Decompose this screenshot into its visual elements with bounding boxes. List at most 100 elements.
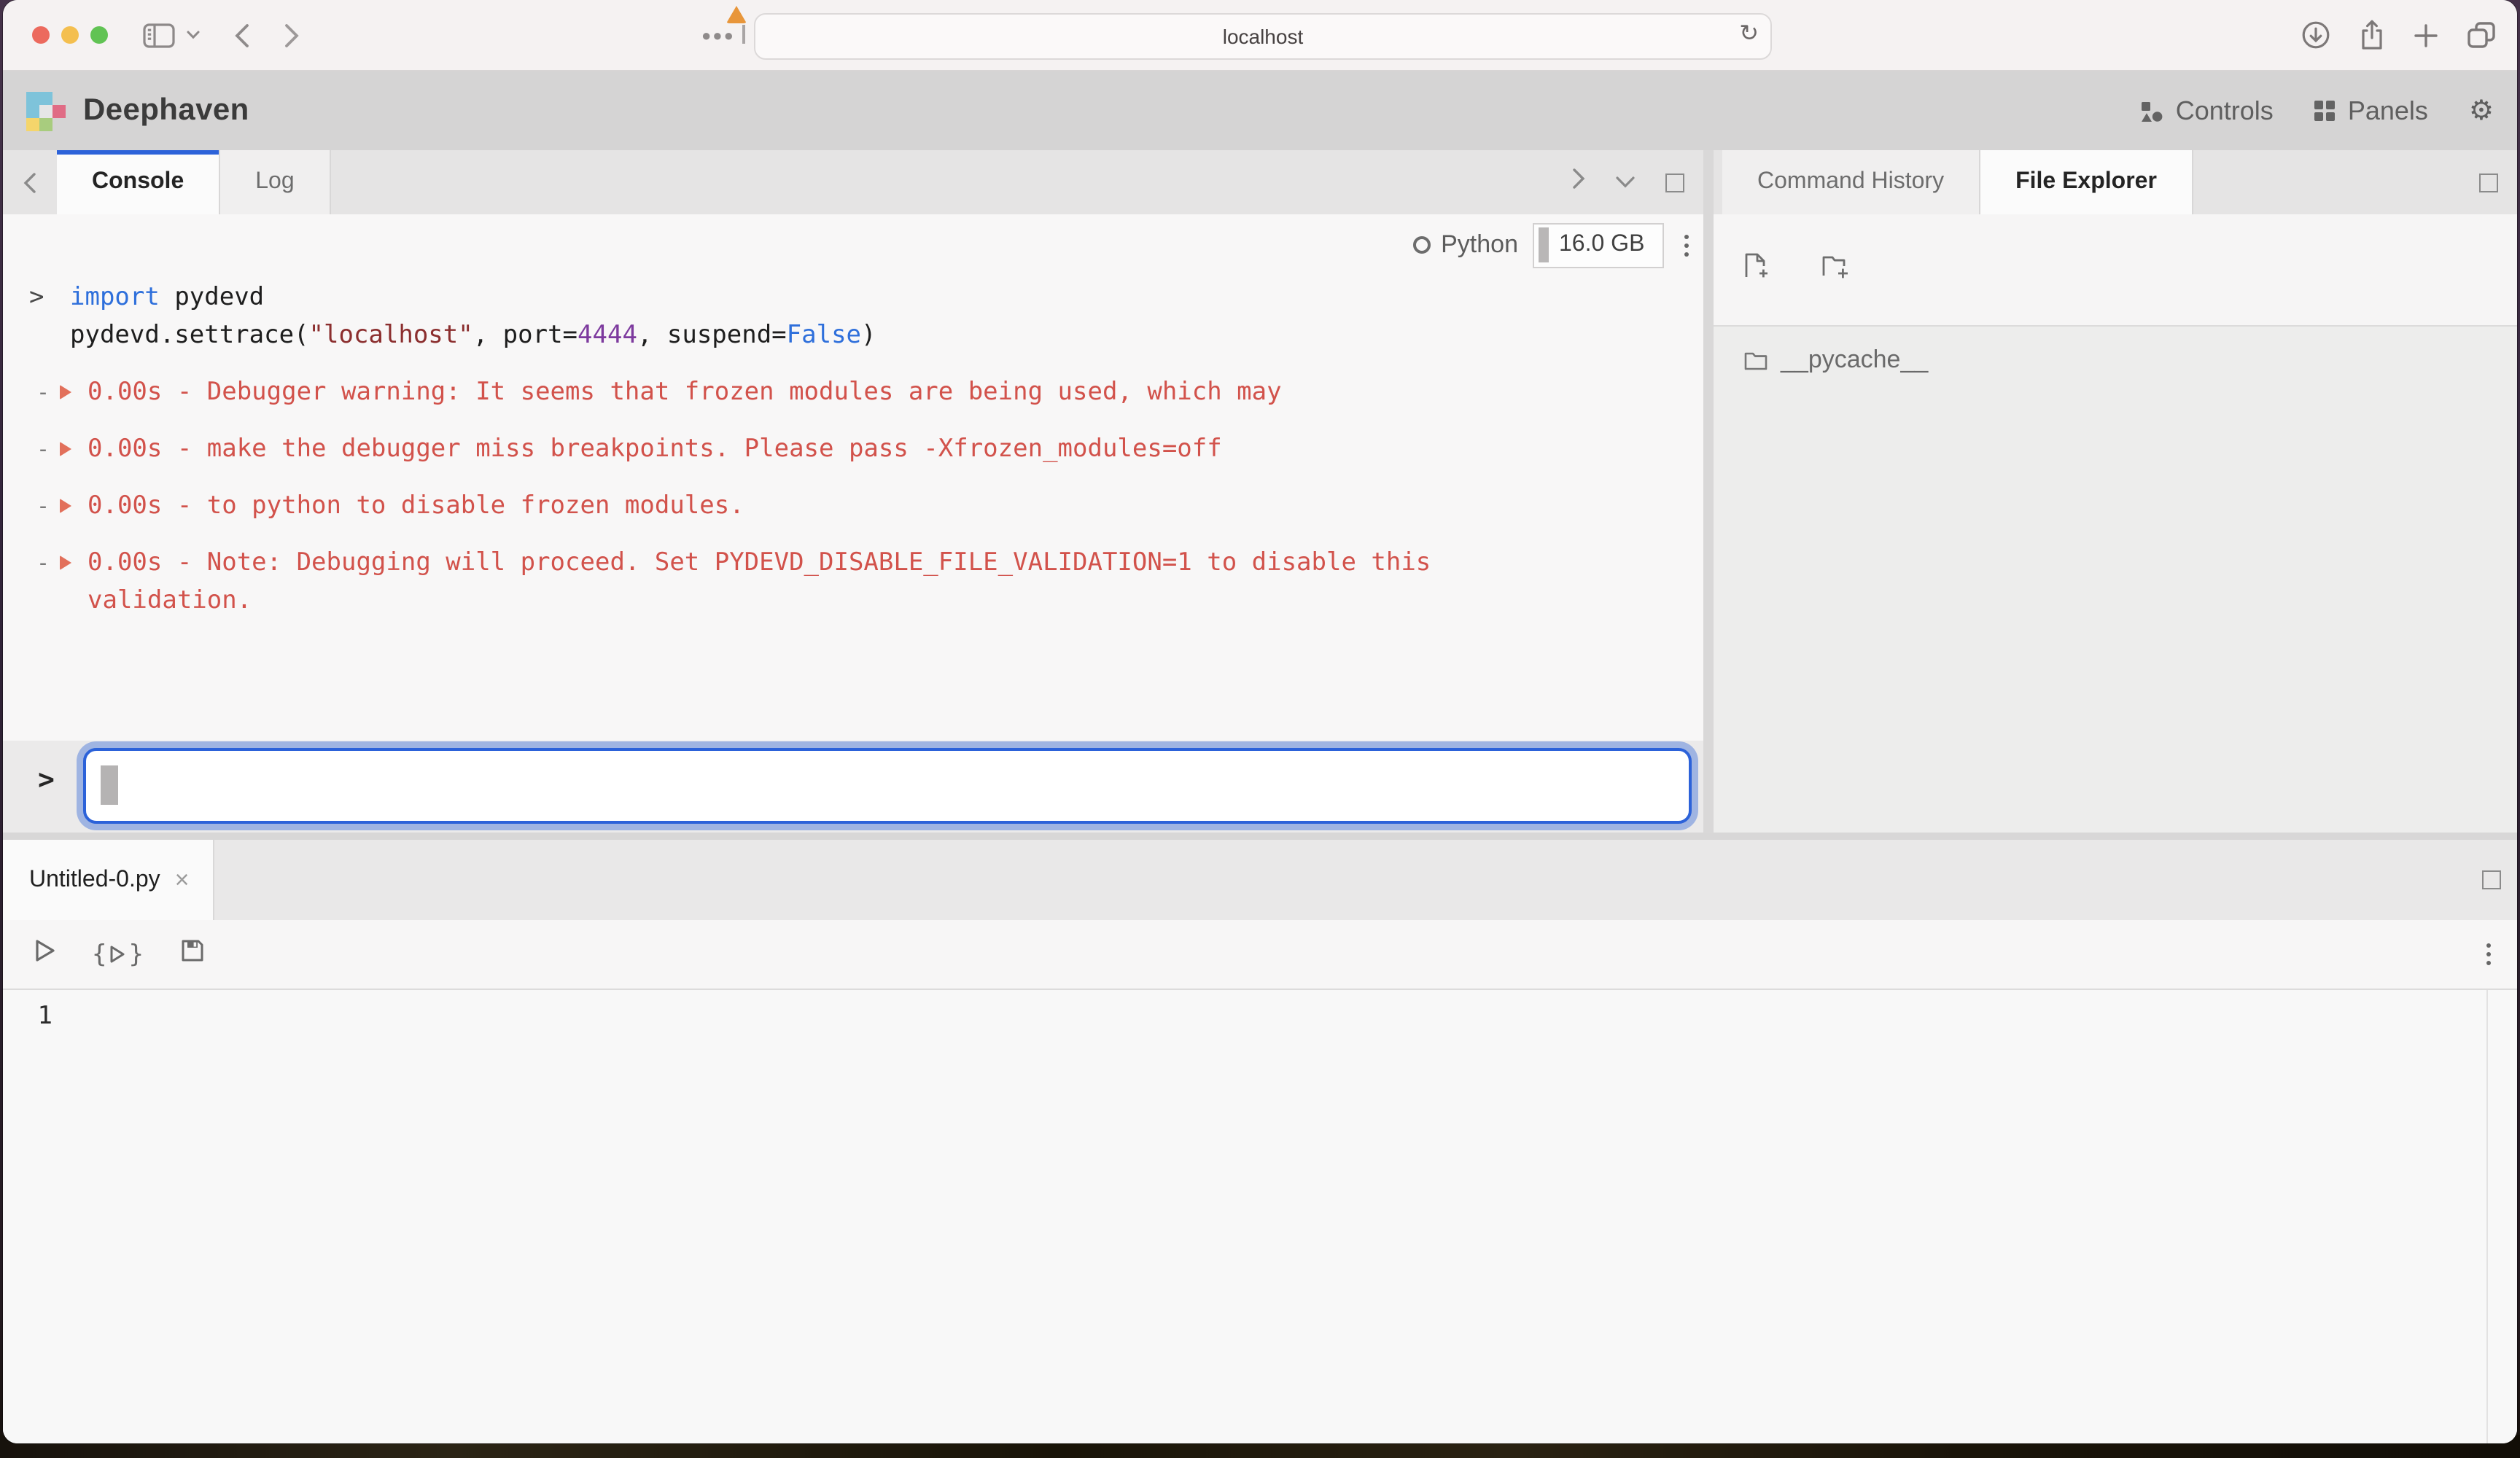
- entry-dash-icon: -: [36, 487, 57, 525]
- tab-log-label: Log: [255, 169, 294, 195]
- log-entry: -0.00s - Note: Debugging will proceed. S…: [3, 544, 1703, 620]
- panels-icon: [2314, 101, 2335, 121]
- app-title: Deephaven: [83, 93, 249, 128]
- downloads-icon[interactable]: [2301, 20, 2330, 50]
- file-row[interactable]: __pycache__: [1714, 332, 2517, 388]
- console-command-code: import pydevdpydevd.settrace("localhost"…: [70, 278, 876, 354]
- entry-dash-icon: -: [36, 373, 57, 411]
- text-cursor: [101, 765, 118, 805]
- memory-total: 16.0 GB: [1559, 232, 1644, 258]
- new-file-icon[interactable]: [1744, 252, 1769, 287]
- tab-file-explorer-label: File Explorer: [2015, 169, 2157, 195]
- forward-button[interactable]: [284, 23, 299, 47]
- run-selection-icon[interactable]: { }: [92, 940, 144, 969]
- tab-console-label: Console: [92, 169, 184, 195]
- console-input-prompt: >: [38, 764, 55, 796]
- memory-widget[interactable]: 16.0 GB: [1533, 222, 1664, 268]
- save-icon[interactable]: [180, 939, 203, 970]
- editor-tabstrip: Untitled-0.py ×: [3, 840, 2517, 920]
- new-tab-icon[interactable]: [2414, 23, 2438, 47]
- command-prompt: >: [29, 278, 61, 354]
- share-icon[interactable]: [2358, 19, 2386, 51]
- tab-file-explorer[interactable]: File Explorer: [1980, 150, 2193, 214]
- log-entry: -0.00s - to python to disable frozen mod…: [3, 487, 1703, 525]
- browser-toolbar: ●●● localhost ↻: [3, 0, 2517, 71]
- console-body: Python 16.0 GB > import pydevdpydevd.set…: [3, 214, 1703, 833]
- deephaven-logo: [26, 91, 66, 130]
- workspace: Console Log: [3, 150, 2517, 833]
- browser-window: ●●● localhost ↻: [3, 0, 2517, 1443]
- console-command: > import pydevdpydevd.settrace("localhos…: [3, 278, 1703, 354]
- zoom-window-button[interactable]: [90, 26, 108, 44]
- editor-toolbar: { }: [3, 920, 2517, 989]
- tab-command-history-label: Command History: [1757, 169, 1944, 195]
- file-explorer-panel: Command History File Explorer: [1714, 150, 2517, 833]
- file-list: __pycache__: [1714, 327, 2517, 833]
- code-editor[interactable]: 1: [3, 989, 2517, 1443]
- tabs-scroll-right-icon[interactable]: [1572, 168, 1585, 197]
- session-language[interactable]: Python: [1441, 230, 1518, 260]
- console-tabstrip: Console Log: [3, 150, 1703, 214]
- file-name: __pycache__: [1781, 346, 1928, 375]
- security-warning-icon[interactable]: [726, 6, 747, 23]
- right-tabstrip: Command History File Explorer: [1714, 150, 2517, 214]
- settings-gear-icon[interactable]: ⚙: [2469, 97, 2494, 125]
- console-panel: Console Log: [3, 150, 1703, 833]
- entry-text: 0.00s - Note: Debugging will proceed. Se…: [88, 544, 1568, 620]
- controls-button[interactable]: Controls: [2141, 95, 2274, 126]
- entry-dash-icon: -: [36, 544, 57, 582]
- entry-disclosure-icon[interactable]: [60, 385, 71, 399]
- tab-untitled-0-label: Untitled-0.py: [29, 867, 160, 893]
- sidebar-toggle-icon[interactable]: [143, 23, 175, 47]
- app-header: Deephaven Controls: [3, 71, 2517, 150]
- console-overflow-menu-icon[interactable]: [1684, 234, 1689, 256]
- file-explorer-toolbar: [1714, 214, 2517, 327]
- minimize-window-button[interactable]: [61, 26, 79, 44]
- console-log-entries: -0.00s - Debugger warning: It seems that…: [3, 373, 1703, 620]
- tabs-scroll-left-icon[interactable]: [3, 150, 57, 214]
- panels-button[interactable]: Panels: [2314, 95, 2428, 126]
- editor-scrollbar-edge: [2486, 990, 2488, 1443]
- reload-icon[interactable]: ↻: [1739, 22, 1759, 48]
- entry-disclosure-icon[interactable]: [60, 555, 71, 570]
- tabs-dropdown-icon[interactable]: [1616, 169, 1635, 195]
- editor-panel: Untitled-0.py × { }: [3, 840, 2517, 1443]
- tab-log[interactable]: Log: [220, 150, 330, 214]
- tab-console[interactable]: Console: [57, 150, 220, 214]
- entry-disclosure-icon[interactable]: [60, 499, 71, 513]
- folder-icon: [1744, 351, 1768, 370]
- tab-untitled-0[interactable]: Untitled-0.py ×: [3, 840, 214, 920]
- entry-text: 0.00s - Debugger warning: It seems that …: [88, 373, 1282, 411]
- window-controls: [32, 26, 108, 44]
- run-icon[interactable]: [35, 939, 55, 970]
- maximize-panel-icon[interactable]: [2482, 870, 2501, 889]
- entry-disclosure-icon[interactable]: [60, 442, 71, 456]
- address-bar-url: localhost: [1223, 25, 1304, 48]
- address-bar[interactable]: localhost ↻: [754, 13, 1772, 60]
- log-entry: -0.00s - make the debugger miss breakpoi…: [3, 430, 1703, 468]
- panel-splitter-horizontal[interactable]: [3, 833, 2517, 840]
- controls-icon: [2141, 100, 2163, 122]
- back-button[interactable]: [235, 23, 249, 47]
- editor-overflow-menu-icon[interactable]: [2486, 943, 2491, 965]
- tab-overview-icon[interactable]: [2466, 20, 2497, 50]
- tab-command-history[interactable]: Command History: [1722, 150, 1980, 214]
- console-input[interactable]: [83, 748, 1692, 824]
- page-settings-icon[interactable]: ●●●: [701, 28, 735, 45]
- session-status-icon: [1413, 236, 1431, 254]
- page-settings-caret: [742, 25, 744, 44]
- chevron-down-icon[interactable]: [187, 31, 200, 39]
- close-window-button[interactable]: [32, 26, 50, 44]
- line-number: 1: [3, 999, 52, 1034]
- entry-text: 0.00s - make the debugger miss breakpoin…: [88, 430, 1222, 468]
- console-input-row: >: [3, 741, 1703, 833]
- entry-dash-icon: -: [36, 430, 57, 468]
- maximize-panel-icon[interactable]: [2479, 173, 2498, 192]
- log-entry: -0.00s - Debugger warning: It seems that…: [3, 373, 1703, 411]
- maximize-panel-icon[interactable]: [1665, 173, 1684, 192]
- panel-splitter-vertical[interactable]: [1703, 150, 1714, 833]
- memory-usage-meter: [1539, 227, 1549, 262]
- new-folder-icon[interactable]: [1821, 253, 1849, 286]
- entry-text: 0.00s - to python to disable frozen modu…: [88, 487, 744, 525]
- close-tab-icon[interactable]: ×: [175, 865, 190, 894]
